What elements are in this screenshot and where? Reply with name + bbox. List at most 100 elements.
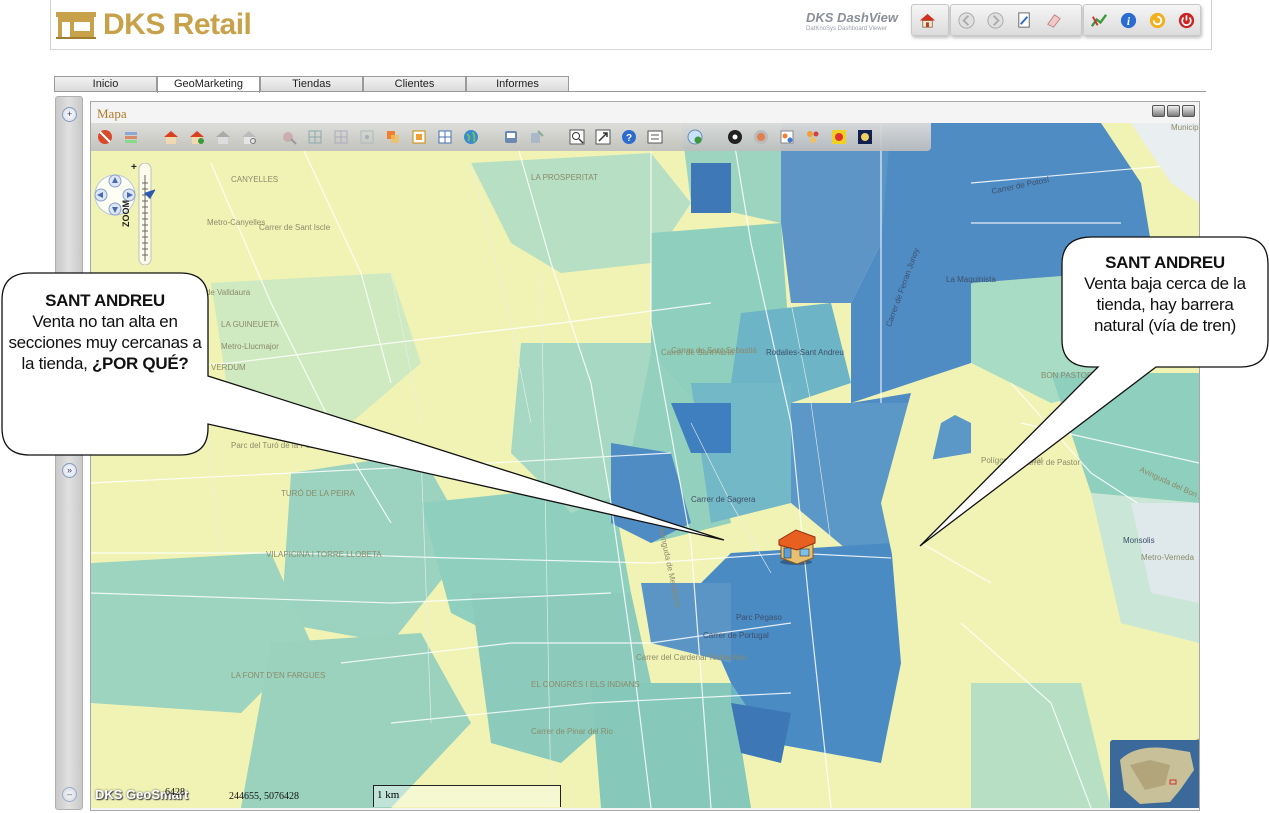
dashview-subtitle: DatKnoSys Dashboard Viewer [806, 26, 887, 32]
orange-square-icon[interactable] [383, 127, 403, 147]
callout-right-body: Venta baja cerca de la tienda, hay barre… [1084, 274, 1246, 335]
info-icon[interactable]: i [1119, 11, 1138, 30]
callout-left: SANT ANDREU Venta no tan alta en seccion… [6, 290, 204, 374]
map-label: EL CONGRÉS I ELS INDIANS [531, 680, 640, 689]
overview-minimap[interactable] [1110, 740, 1199, 808]
map-label: Carrer de Sagrera [691, 495, 756, 504]
main-tabs: Inicio GeoMarketing Tiendas Clientes Inf… [54, 76, 569, 93]
store-layer-icon[interactable] [161, 127, 181, 147]
select-area-icon[interactable] [279, 127, 299, 147]
map-toolbar: ? [91, 123, 931, 151]
scale-bar: 1 km [373, 785, 561, 807]
target-square-icon[interactable] [409, 127, 429, 147]
section-area [691, 163, 731, 213]
store-search-icon[interactable] [239, 127, 259, 147]
store-marker-icon[interactable] [775, 524, 817, 566]
map-label: Metro-Canyelles [207, 218, 266, 227]
map-label: Metro-Verneda [1141, 553, 1194, 562]
refresh-icon[interactable] [1148, 11, 1167, 30]
scale-label: 1 km [377, 789, 400, 801]
tab-informes[interactable]: Informes [466, 76, 569, 92]
side-collapse-bar: + « » – [55, 96, 83, 810]
panel-restore-icon[interactable] [1152, 105, 1165, 117]
trend-chart-icon[interactable] [1090, 11, 1109, 30]
zoom-extent-icon[interactable] [593, 127, 613, 147]
heatmap-icon[interactable] [829, 127, 849, 147]
svg-text:+: + [131, 163, 137, 173]
grid-blue-icon[interactable] [435, 127, 455, 147]
mouse-coordinates: 244655, 5076428 [229, 791, 299, 802]
home-icon[interactable] [918, 11, 937, 30]
power-icon[interactable] [1177, 11, 1196, 30]
callout-left-emphasis: ¿POR QUÉ? [91, 354, 189, 373]
grid-pin-icon[interactable] [357, 127, 377, 147]
map-label: Parc del Turó de la Peira [231, 441, 320, 450]
bubbles-icon[interactable] [803, 127, 823, 147]
arrow-right-icon[interactable] [986, 11, 1005, 30]
arrow-left-icon[interactable] [957, 11, 976, 30]
map-label: TURÓ DE LA PEIRA [281, 489, 355, 498]
night-map-icon[interactable] [855, 127, 875, 147]
black-circle-icon[interactable] [725, 127, 745, 147]
map-label: CANYELLES [231, 175, 279, 184]
add-panel-icon[interactable]: + [62, 107, 77, 122]
map-label: Rodalies-Sant Andreu [766, 348, 844, 357]
add-point-icon[interactable] [685, 127, 705, 147]
callout-right: SANT ANDREU Venta baja cerca de la tiend… [1070, 252, 1260, 336]
store-gray-icon[interactable] [213, 127, 233, 147]
legend-icon[interactable] [645, 127, 665, 147]
layers-icon[interactable] [121, 127, 141, 147]
map-label: Parc Pegaso [736, 613, 782, 622]
map-label: LA GUINEUETA [221, 320, 279, 329]
tab-inicio[interactable]: Inicio [54, 76, 157, 92]
layers-off-icon[interactable] [95, 127, 115, 147]
minimize-icon[interactable]: – [62, 787, 77, 802]
tools-button-group: i [1083, 4, 1201, 36]
tab-divider [54, 91, 1206, 92]
zoom-label: ZOOM [121, 200, 131, 227]
map-label: VERDUM [211, 363, 246, 372]
help-icon[interactable]: ? [619, 127, 639, 147]
map-label: Carrer del Cardenal Tedeschini [636, 653, 747, 662]
app-window: DKS Retail DKS DashView DatKnoSys Dashbo… [0, 0, 1269, 813]
eraser-icon[interactable] [1044, 11, 1063, 30]
store-add-icon[interactable] [187, 127, 207, 147]
app-header: DKS Retail DKS DashView DatKnoSys Dashbo… [50, 0, 1212, 50]
document-export-icon[interactable] [1015, 11, 1034, 30]
map-label: VILAPICINA I TORRE LLOBETA [266, 550, 382, 559]
dashview-logo: DKS DashView DatKnoSys Dashboard Viewer [806, 10, 898, 32]
map-label: Carrer de Pastor [1021, 458, 1081, 467]
zoom-in-icon[interactable] [567, 127, 587, 147]
callout-right-title: SANT ANDREU [1105, 253, 1225, 272]
tab-clientes[interactable]: Clientes [363, 76, 466, 92]
grid-select-icon[interactable] [305, 127, 325, 147]
panel-controls [1152, 105, 1195, 117]
export-gray-icon[interactable] [527, 127, 547, 147]
panel-title: Mapa [97, 106, 127, 121]
print-icon[interactable] [501, 127, 521, 147]
panel-minimize-icon[interactable] [1167, 105, 1180, 117]
globe-icon[interactable] [461, 127, 481, 147]
expand-right-icon[interactable]: » [62, 463, 77, 478]
panel-maximize-icon[interactable] [1182, 105, 1195, 117]
tab-tiendas[interactable]: Tiendas [260, 76, 363, 92]
map-label: LA FONT D'EN FARGUES [231, 671, 326, 680]
callout-left-title: SANT ANDREU [45, 291, 165, 310]
svg-text:?: ? [626, 133, 632, 144]
dashview-title: DKS DashView [806, 10, 898, 25]
home-button-group [911, 4, 949, 36]
cluster-icon[interactable] [777, 127, 797, 147]
map-label: Carrer de Pinar del Rio [531, 727, 613, 736]
brand-name: DKS Retail [103, 8, 252, 41]
map-label: Metro-Llucmajor [221, 342, 279, 351]
store-logo-icon [56, 12, 96, 39]
map-label: LA PROSPERITAT [531, 173, 598, 182]
map-label: Carrer de Portugal [703, 631, 769, 640]
choropleth-map[interactable]: CANYELLES Carrer de Valldaura LA GUINEUE… [91, 123, 1199, 808]
minimap-canvas [1110, 740, 1199, 808]
grid-clear-icon[interactable] [331, 127, 351, 147]
map-label: Municipi d'Espot [1171, 123, 1199, 132]
coords-partial: 6428 [165, 787, 185, 798]
collapse-left-icon[interactable]: « [62, 430, 77, 445]
orange-circle-icon[interactable] [751, 127, 771, 147]
